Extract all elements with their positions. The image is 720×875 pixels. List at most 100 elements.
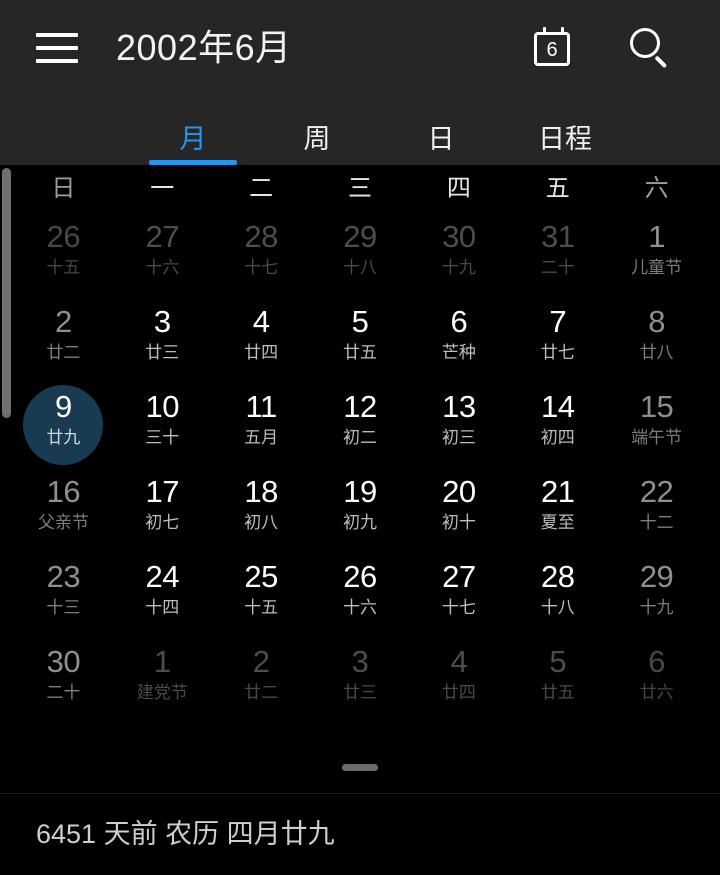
calendar-day-cell[interactable]: 4 廿四 (409, 638, 508, 723)
calendar-day-cell[interactable]: 12 初二 (311, 383, 410, 468)
day-lunar-label: 初九 (342, 513, 377, 532)
day-number: 27 (145, 219, 180, 254)
day-number: 26 (343, 559, 377, 594)
calendar-day-cell[interactable]: 2 廿二 (212, 638, 311, 723)
day-number: 20 (442, 474, 476, 509)
calendar-day-cell[interactable]: 19 初九 (311, 468, 410, 553)
day-lunar-label: 廿四 (441, 683, 476, 702)
page-title: 2002年6月 (116, 26, 292, 68)
day-number: 13 (442, 389, 476, 424)
tab-2[interactable]: 周 (270, 126, 364, 165)
day-lunar-label: 初四 (540, 428, 575, 447)
calendar-day-cell[interactable]: 5 廿五 (508, 638, 607, 723)
calendar-day-cell[interactable]: 21 夏至 (508, 468, 607, 553)
calendar-day-cell[interactable]: 13 初三 (409, 383, 508, 468)
calendar-day-cell[interactable]: 14 初四 (508, 383, 607, 468)
calendar-weeks: 26 十五 27 十六 28 十七 29 十八 30 十九 31 二十 1 儿童节 2 廿二 3 廿三 4 廿四 5 廿五… (0, 213, 720, 723)
day-number: 6 (648, 644, 665, 679)
calendar-day-cell[interactable]: 23 十三 (14, 553, 113, 638)
calendar-app: 2002年6月 6 月周日日程 日一二三四五六 26 十五 27 十六 28 十… (0, 0, 720, 875)
day-lunar-label: 廿二 (244, 683, 279, 702)
day-number: 16 (46, 474, 81, 509)
day-number: 7 (549, 304, 567, 339)
day-lunar-label: 廿七 (540, 343, 575, 362)
calendar-day-cell[interactable]: 28 十八 (508, 553, 607, 638)
calendar-day-cell[interactable]: 16 父亲节 (14, 468, 113, 553)
day-number: 18 (244, 474, 278, 509)
day-lunar-label: 初七 (145, 513, 180, 532)
day-lunar-label: 五月 (244, 428, 279, 447)
calendar-day-cell[interactable]: 26 十六 (311, 553, 410, 638)
day-lunar-label: 十八 (540, 598, 575, 617)
day-lunar-label: 廿三 (145, 343, 180, 362)
day-number: 26 (46, 219, 81, 254)
tab-label: 月 (179, 124, 207, 154)
calendar-surface: 日一二三四五六 26 十五 27 十六 28 十七 29 十八 30 十九 31 二十 1 儿童节 2 廿二 3… (0, 165, 720, 793)
calendar-day-cell[interactable]: 5 廿五 (311, 298, 410, 383)
calendar-day-cell[interactable]: 26 十五 (14, 213, 113, 298)
hamburger-menu-icon[interactable] (36, 32, 78, 63)
calendar-day-cell[interactable]: 10 三十 (113, 383, 212, 468)
day-number: 27 (442, 559, 476, 594)
day-lunar-label: 廿六 (639, 683, 674, 702)
calendar-day-cell[interactable]: 20 初十 (409, 468, 508, 553)
selected-day-info-bar: 6451 天前 农历 四月廿九 (0, 793, 720, 875)
calendar-day-cell[interactable]: 7 廿七 (508, 298, 607, 383)
day-lunar-label: 十九 (639, 598, 674, 617)
app-bar: 2002年6月 6 (0, 0, 720, 95)
sheet-drag-handle[interactable] (0, 764, 720, 771)
day-lunar-label: 廿二 (46, 343, 81, 362)
tab-3[interactable]: 日 (394, 126, 488, 165)
day-number: 19 (343, 474, 377, 509)
calendar-day-cell[interactable]: 8 廿八 (607, 298, 706, 383)
day-lunar-label: 芒种 (441, 343, 476, 362)
weekday-header: 五 (545, 175, 570, 202)
search-button[interactable] (624, 22, 676, 74)
vertical-scrollbar[interactable] (2, 168, 11, 418)
calendar-day-cell[interactable]: 24 十四 (113, 553, 212, 638)
app-bar-actions: 6 (528, 22, 676, 74)
calendar-day-cell-selected[interactable]: 9 廿九 (14, 383, 113, 468)
day-number: 2 (55, 304, 72, 339)
day-lunar-label: 廿五 (342, 343, 377, 362)
calendar-week-row: 30 二十 1 建党节 2 廿二 3 廿三 4 廿四 5 廿五 6 廿六 (14, 638, 706, 723)
day-lunar-label: 廿三 (342, 683, 377, 702)
tab-4[interactable]: 日程 (518, 126, 612, 165)
calendar-day-cell[interactable]: 29 十九 (607, 553, 706, 638)
day-number: 3 (351, 644, 369, 679)
calendar-today-button[interactable]: 6 (528, 22, 580, 74)
calendar-day-cell[interactable]: 11 五月 (212, 383, 311, 468)
day-number: 23 (46, 559, 81, 594)
tab-1[interactable]: 月 (146, 126, 240, 165)
calendar-day-cell[interactable]: 1 儿童节 (607, 213, 706, 298)
day-number: 30 (442, 219, 476, 254)
calendar-day-cell[interactable]: 6 芒种 (409, 298, 508, 383)
day-lunar-label: 初十 (441, 513, 476, 532)
day-lunar-label: 儿童节 (631, 258, 683, 277)
calendar-day-cell[interactable]: 29 十八 (311, 213, 410, 298)
calendar-day-cell[interactable]: 6 廿六 (607, 638, 706, 723)
day-number: 28 (540, 559, 575, 594)
calendar-day-cell[interactable]: 17 初七 (113, 468, 212, 553)
calendar-day-cell[interactable]: 1 建党节 (113, 638, 212, 723)
calendar-day-cell[interactable]: 18 初八 (212, 468, 311, 553)
day-lunar-label: 十五 (46, 258, 81, 277)
calendar-day-cell[interactable]: 27 十六 (113, 213, 212, 298)
calendar-day-cell[interactable]: 4 廿四 (212, 298, 311, 383)
calendar-day-cell[interactable]: 3 廿三 (113, 298, 212, 383)
day-lunar-label: 十六 (145, 258, 180, 277)
calendar-day-cell[interactable]: 31 二十 (508, 213, 607, 298)
day-number: 22 (639, 474, 674, 509)
calendar-day-cell[interactable]: 15 端午节 (607, 383, 706, 468)
day-lunar-label: 廿五 (540, 683, 575, 702)
calendar-day-cell[interactable]: 27 十七 (409, 553, 508, 638)
calendar-day-cell[interactable]: 28 十七 (212, 213, 311, 298)
selected-day-info-text: 6451 天前 农历 四月廿九 (36, 819, 335, 849)
calendar-day-cell[interactable]: 2 廿二 (14, 298, 113, 383)
day-lunar-label: 廿八 (639, 343, 674, 362)
calendar-day-cell[interactable]: 25 十五 (212, 553, 311, 638)
calendar-day-cell[interactable]: 3 廿三 (311, 638, 410, 723)
calendar-day-cell[interactable]: 30 十九 (409, 213, 508, 298)
calendar-day-cell[interactable]: 22 十二 (607, 468, 706, 553)
calendar-day-cell[interactable]: 30 二十 (14, 638, 113, 723)
